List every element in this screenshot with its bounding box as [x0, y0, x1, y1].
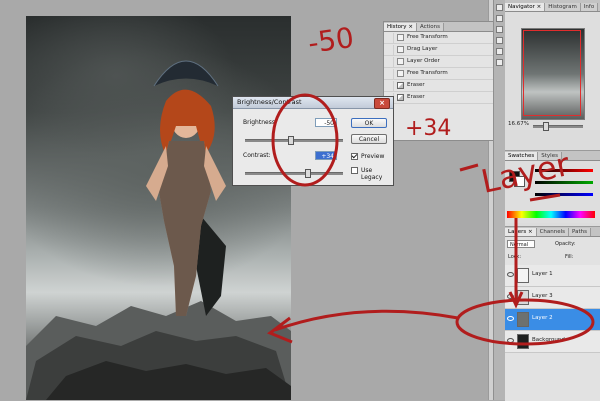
annotation-arrowhead-left	[266, 316, 293, 344]
annotation-layer-circle	[455, 298, 595, 346]
annotation-contrast-text: +34	[405, 116, 451, 141]
annotation-circle	[271, 93, 339, 187]
annotation-layer: -50 +34 Layer	[266, 21, 595, 346]
annotation-brightness-text: -50	[306, 21, 356, 60]
annotation-arrow-line	[274, 309, 459, 332]
annotation-layer-text: Layer	[478, 145, 574, 201]
